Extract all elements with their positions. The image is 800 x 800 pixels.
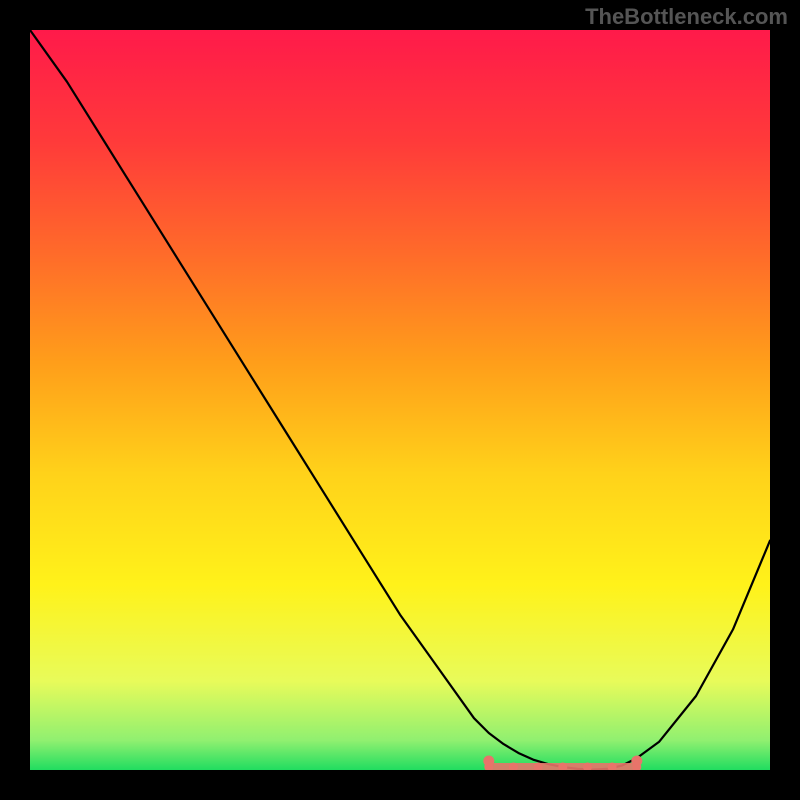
chart-plot-area bbox=[30, 30, 770, 770]
chart-svg bbox=[30, 30, 770, 770]
watermark-text: TheBottleneck.com bbox=[585, 4, 788, 30]
chart-container: TheBottleneck.com bbox=[0, 0, 800, 800]
